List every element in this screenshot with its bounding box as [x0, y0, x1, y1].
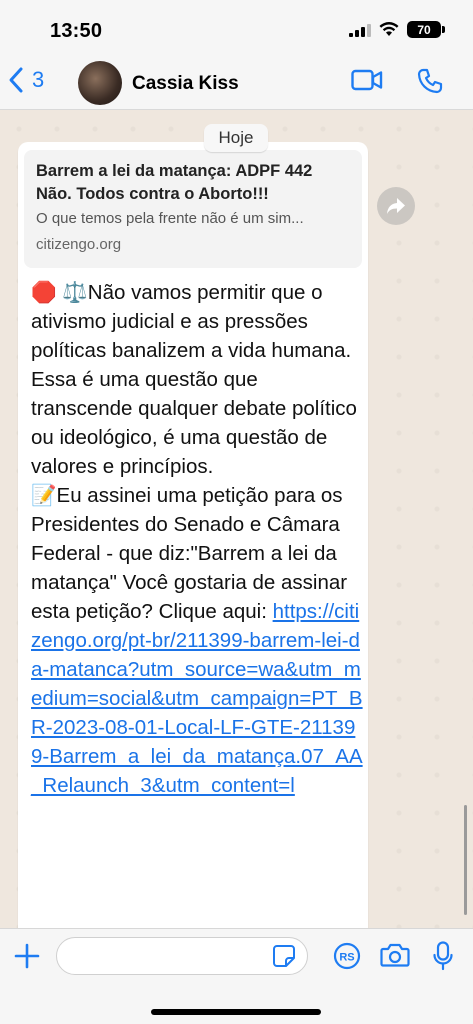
scroll-indicator[interactable] — [464, 805, 467, 915]
message-text: 🛑 ⚖️Não vamos permitir que o ativismo ju… — [31, 278, 363, 800]
link-preview[interactable]: Barrem a lei da matança: ADPF 442 Não. T… — [24, 150, 362, 268]
memo-emoji: 📝 — [31, 484, 57, 507]
message-paragraph-3: 📝Eu assinei uma petição para os Presiden… — [31, 481, 363, 800]
plus-icon[interactable] — [12, 941, 42, 971]
microphone-icon[interactable] — [433, 941, 453, 971]
scales-emoji: ⚖️ — [62, 281, 88, 304]
camera-icon[interactable] — [380, 942, 410, 968]
contact-name[interactable]: Cassia Kiss — [132, 73, 239, 95]
chat-header: 3 Cassia Kiss — [0, 58, 473, 110]
signal-icon — [349, 23, 371, 37]
video-icon[interactable] — [351, 68, 383, 92]
chevron-left-icon — [9, 67, 23, 93]
forward-button[interactable] — [377, 187, 415, 225]
rs-icon[interactable]: RS — [333, 942, 361, 970]
unread-count: 3 — [32, 67, 45, 92]
home-indicator[interactable] — [151, 1009, 321, 1015]
stop-sign-emoji: 🛑 — [31, 281, 57, 304]
input-bar: RS — [0, 928, 473, 1024]
chat-area[interactable]: Barrem a lei da matança: ADPF 442 Não. T… — [0, 110, 473, 928]
status-icons: 70 — [349, 21, 445, 38]
back-button[interactable]: 3 — [8, 66, 44, 94]
preview-domain: citizengo.org — [36, 236, 122, 253]
header-actions — [351, 68, 443, 94]
preview-description: O que temos pela frente não é um sim... — [36, 210, 304, 227]
sticker-icon[interactable] — [272, 944, 296, 968]
message-paragraph-1: 🛑 ⚖️Não vamos permitir que o ativismo ju… — [31, 278, 363, 365]
status-time: 13:50 — [50, 20, 103, 42]
date-chip: Hoje — [204, 124, 268, 152]
message-paragraph-2: Essa é uma questão que transcende qualqu… — [31, 368, 357, 478]
petition-link[interactable]: https://citizengo.org/pt-br/211399-barre… — [31, 600, 363, 797]
message-input[interactable] — [56, 937, 308, 975]
message-bubble[interactable]: Barrem a lei da matança: ADPF 442 Não. T… — [18, 142, 368, 928]
status-bar: 13:50 70 — [0, 0, 473, 58]
battery-level: 70 — [417, 22, 431, 37]
phone-icon[interactable] — [417, 68, 443, 94]
avatar[interactable] — [78, 61, 122, 105]
forward-icon — [387, 198, 405, 214]
battery-icon: 70 — [407, 21, 445, 38]
wifi-icon — [379, 22, 399, 36]
svg-text:RS: RS — [339, 952, 354, 964]
preview-title: Barrem a lei da matança: ADPF 442 Não. T… — [36, 162, 313, 203]
